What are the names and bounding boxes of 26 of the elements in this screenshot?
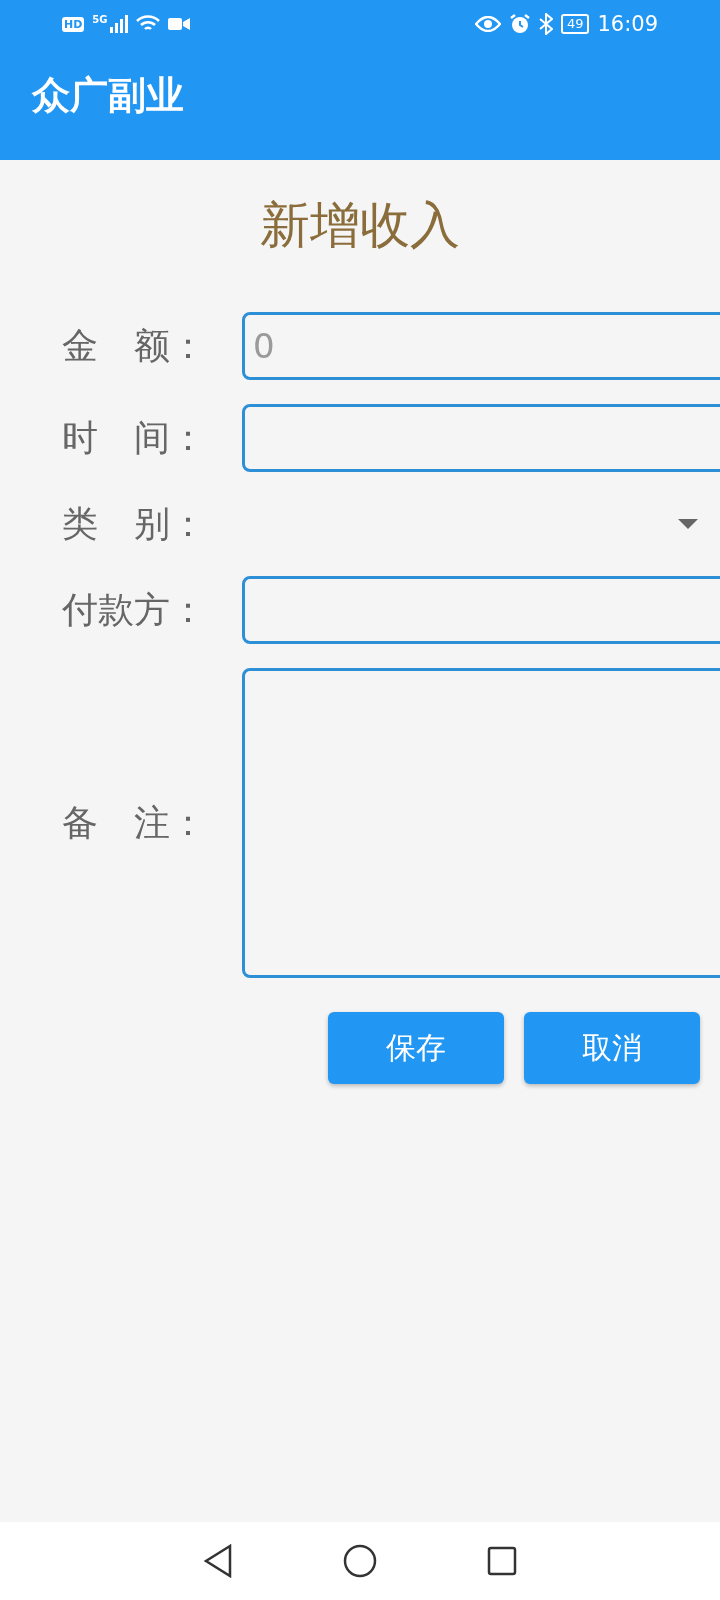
recent-apps-icon[interactable] <box>487 1546 517 1576</box>
field-label: 备 注： <box>62 800 207 845</box>
input-field[interactable] <box>242 576 720 644</box>
back-icon[interactable] <box>203 1544 233 1578</box>
field-label: 时 间： <box>62 415 207 460</box>
field-label: 类 别： <box>62 501 207 546</box>
input-field[interactable]: 0 <box>242 312 720 380</box>
input-field[interactable] <box>242 404 720 472</box>
field-label: 付款方： <box>62 587 207 632</box>
field-label: 金 额： <box>62 323 207 368</box>
dropdown-arrow-icon <box>678 519 698 529</box>
notes-field[interactable] <box>242 668 720 978</box>
hd-indicator: HD <box>62 16 85 32</box>
bluetooth-icon <box>538 13 553 35</box>
network-type: 5G <box>92 14 108 25</box>
signal-icon <box>109 15 128 33</box>
form-title: 新增收入 <box>260 196 460 254</box>
eye-icon <box>474 16 501 32</box>
video-camera-icon <box>167 17 190 31</box>
clock-time: 16:09 <box>597 12 658 36</box>
home-icon[interactable] <box>343 1544 377 1578</box>
app-title: 众广副业 <box>32 72 185 119</box>
action-button[interactable]: 保存 <box>328 1012 504 1084</box>
alarm-clock-icon <box>508 13 531 35</box>
action-button[interactable]: 取消 <box>524 1012 700 1084</box>
battery-indicator: 49 <box>560 14 590 34</box>
